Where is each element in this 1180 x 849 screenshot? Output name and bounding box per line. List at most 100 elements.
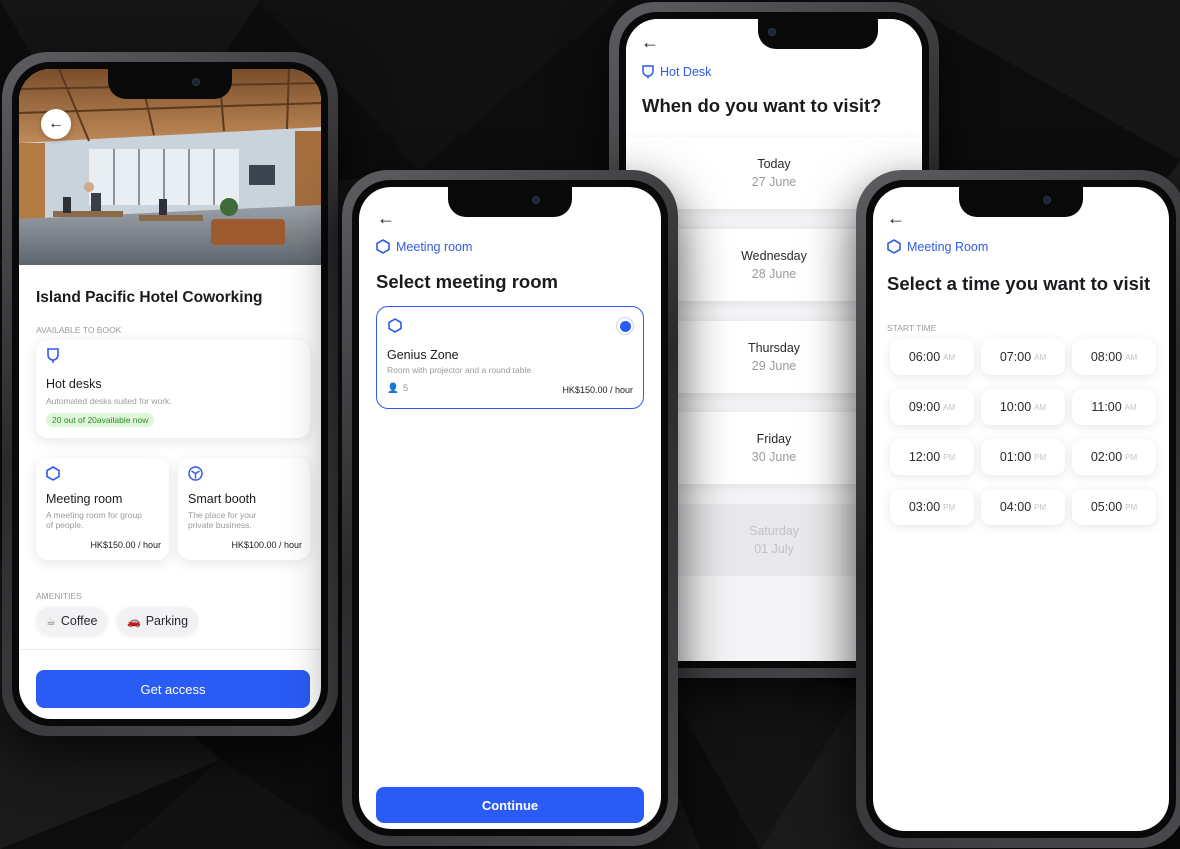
smart-booth-subtitle: The place for your private business. — [188, 510, 257, 530]
cube-icon — [188, 466, 203, 486]
phone-meeting-room: ← Meeting room Select meeting room Geniu… — [342, 170, 678, 846]
car-icon: 🚗 — [127, 615, 141, 628]
smart-booth-price: HK$100.00 / hour — [231, 540, 302, 550]
slot-ampm: AM — [943, 402, 956, 412]
time-slot[interactable]: 11:00 AM — [1072, 389, 1156, 425]
slot-ampm: PM — [1034, 502, 1047, 512]
back-button[interactable]: ← — [377, 209, 395, 227]
slot-ampm: PM — [1125, 502, 1138, 512]
meeting-room-title: Meeting room — [46, 492, 123, 506]
hot-desks-subtitle: Automated desks suited for work. — [46, 396, 172, 406]
amenity-coffee: ☕ Coffee — [36, 607, 108, 635]
day-name: Saturday — [748, 524, 800, 538]
hot-desk-kicker: Hot Desk — [642, 65, 711, 79]
time-slot[interactable]: 08:00 AM — [1072, 339, 1156, 375]
time-slot[interactable]: 01:00 PM — [981, 439, 1065, 475]
amenity-coffee-label: Coffee — [60, 614, 98, 628]
room-name: Genius Zone — [387, 348, 459, 362]
page-title: Select a time you want to visit — [887, 273, 1151, 294]
amenity-parking: 🚗 Parking — [117, 607, 199, 635]
slot-ampm: PM — [1125, 452, 1138, 462]
notch — [959, 187, 1083, 217]
slot-time: 11:00 — [1091, 400, 1122, 414]
hexagon-icon — [46, 466, 60, 486]
get-access-button[interactable]: Get access — [36, 670, 310, 708]
hot-desks-card[interactable]: Hot desks Automated desks suited for wor… — [36, 340, 310, 438]
hexagon-icon — [388, 318, 402, 333]
day-date: 27 June — [751, 175, 797, 189]
start-time-label: START TIME — [887, 323, 937, 333]
divider — [19, 649, 321, 650]
back-button[interactable]: ← — [887, 209, 905, 227]
radio-selected[interactable] — [616, 317, 634, 335]
kicker-label: Hot Desk — [660, 65, 712, 79]
person-icon: 👤 — [387, 383, 399, 394]
day-date: 29 June — [751, 359, 797, 373]
day-name: Today — [757, 157, 791, 171]
meeting-room-screen: ← Meeting room Select meeting room Geniu… — [359, 187, 661, 829]
venue-screen: ← Island Pacific Hotel Coworking AVAILAB… — [19, 69, 321, 719]
room-capacity: 👤 5 — [387, 383, 408, 394]
notch — [108, 69, 232, 99]
slot-ampm: AM — [943, 352, 956, 362]
meeting-room-kicker: Meeting room — [376, 239, 472, 254]
notch — [448, 187, 572, 217]
slot-time: 05:00 — [1090, 500, 1123, 514]
phone-time-picker: ← Meeting Room Select a time you want to… — [856, 170, 1180, 848]
page-title: When do you want to visit? — [642, 95, 882, 116]
slot-time: 09:00 — [908, 400, 941, 414]
day-date: 28 June — [751, 267, 797, 281]
availability-badge: 20 out of 20available now — [46, 413, 155, 427]
day-date: 01 July — [754, 542, 794, 556]
continue-button[interactable]: Continue — [376, 787, 644, 823]
kicker-label: Meeting room — [396, 239, 473, 254]
slot-ampm: PM — [1034, 452, 1047, 462]
phone-venue: ← Island Pacific Hotel Coworking AVAILAB… — [2, 52, 338, 736]
time-slot[interactable]: 12:00 PM — [890, 439, 974, 475]
day-name: Friday — [756, 432, 792, 446]
back-button[interactable]: ← — [41, 109, 71, 139]
capacity-value: 5 — [402, 383, 409, 394]
meeting-room-price: HK$150.00 / hour — [90, 540, 161, 550]
back-button[interactable]: ← — [641, 33, 659, 51]
amenities-label: AMENITIES — [36, 591, 82, 601]
smart-booth-card[interactable]: Smart booth The place for your private b… — [178, 458, 310, 560]
arrow-left-icon: ← — [48, 115, 64, 132]
arrow-left-icon: ← — [377, 208, 395, 228]
slot-time: 02:00 — [1090, 450, 1123, 464]
room-price: HK$150.00 / hour — [562, 385, 633, 395]
smart-booth-title: Smart booth — [188, 492, 257, 506]
time-slot[interactable]: 02:00 PM — [1072, 439, 1156, 475]
hot-desks-title: Hot desks — [46, 377, 102, 391]
meeting-room-card[interactable]: Meeting room A meeting room for group of… — [36, 458, 169, 560]
slot-time: 10:00 — [999, 400, 1032, 414]
slot-time: 04:00 — [999, 500, 1032, 514]
arrow-left-icon: ← — [641, 32, 659, 52]
slot-ampm: AM — [1124, 402, 1137, 412]
time-slot[interactable]: 07:00 AM — [981, 339, 1065, 375]
page-title: Select meeting room — [376, 271, 558, 292]
slot-time: 06:00 — [908, 350, 941, 364]
room-description: Room with projector and a round table — [387, 365, 532, 375]
time-slot[interactable]: 06:00 AM — [890, 339, 974, 375]
slot-time: 12:00 — [908, 450, 941, 464]
time-slot[interactable]: 09:00 AM — [890, 389, 974, 425]
slot-ampm: PM — [943, 502, 956, 512]
meeting-room-subtitle: A meeting room for group of people. — [46, 510, 142, 530]
time-slot[interactable]: 10:00 AM — [981, 389, 1065, 425]
slot-time: 01:00 — [999, 450, 1032, 464]
room-option-card[interactable]: Genius Zone Room with projector and a ro… — [376, 306, 644, 409]
meeting-room-kicker: Meeting Room — [887, 239, 988, 254]
coffee-icon: ☕ — [46, 615, 56, 628]
day-name: Thursday — [747, 341, 801, 355]
time-slot[interactable]: 04:00 PM — [981, 489, 1065, 525]
day-date: 30 June — [751, 450, 797, 464]
time-slot[interactable]: 03:00 PM — [890, 489, 974, 525]
notch — [758, 19, 878, 49]
desk-lamp-icon — [642, 65, 654, 79]
arrow-left-icon: ← — [887, 208, 905, 228]
slot-ampm: PM — [943, 452, 956, 462]
hexagon-icon — [887, 239, 901, 254]
available-label: AVAILABLE TO BOOK — [36, 325, 122, 335]
time-slot[interactable]: 05:00 PM — [1072, 489, 1156, 525]
